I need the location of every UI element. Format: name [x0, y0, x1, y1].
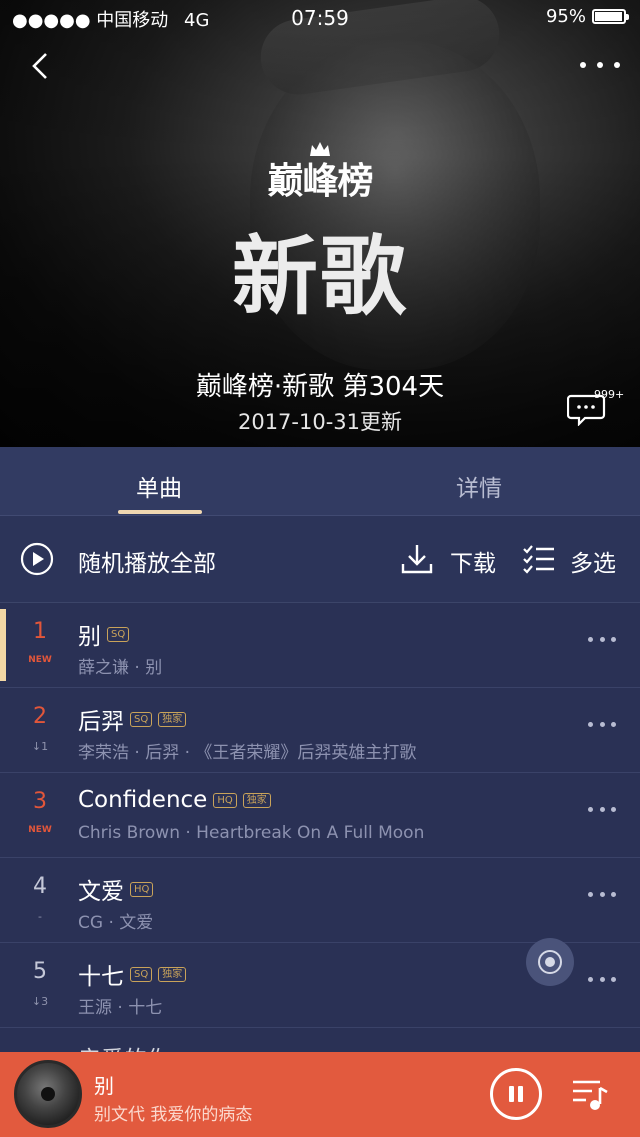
download-icon[interactable]	[400, 542, 434, 576]
multi-select-button[interactable]: 多选	[570, 544, 616, 578]
play-circle-icon[interactable]	[20, 542, 54, 576]
song-title: Confidence	[78, 787, 208, 813]
more-dots-icon	[588, 636, 593, 642]
song-artist-album: CG · 文爱	[78, 913, 154, 933]
song-title-row: 十七 SQ 独家	[78, 957, 187, 991]
album-cover[interactable]	[14, 1060, 82, 1128]
song-more-button[interactable]	[588, 720, 616, 728]
pause-icon	[509, 1086, 514, 1102]
multi-select-icon[interactable]	[522, 542, 556, 576]
song-title: 后羿	[78, 709, 124, 735]
song-artist-album: 李荣浩 · 后羿 · 《王者荣耀》后羿英雄主打歌	[78, 743, 417, 763]
rank-trend: ↓1	[31, 740, 49, 753]
floating-record-button[interactable]	[526, 938, 574, 986]
more-dots-icon	[588, 721, 593, 727]
battery-icon	[592, 9, 629, 24]
exclusive-badge: 独家	[158, 711, 187, 727]
more-dot-icon	[580, 62, 586, 68]
action-bar: 随机播放全部 下载 多选	[0, 516, 640, 603]
active-tab-indicator	[118, 510, 202, 514]
more-options-button[interactable]	[580, 52, 620, 78]
chart-header: ●●●●● 中国移动 4G 07:59 95% 巅峰榜 新歌 巅峰榜·新歌 第3…	[0, 0, 640, 447]
download-button[interactable]: 下载	[450, 544, 496, 578]
exclusive-badge: 独家	[158, 966, 187, 982]
quality-badge: SQ	[130, 711, 153, 727]
tab-details[interactable]: 详情	[456, 469, 502, 503]
song-title-row: 别 SQ	[78, 617, 130, 651]
song-more-button[interactable]	[588, 635, 616, 643]
song-title: 文爱	[78, 879, 124, 905]
song-title-row: 后羿 SQ 独家	[78, 702, 187, 736]
rank-trend: ↓3	[31, 995, 49, 1008]
chart-title: 新歌	[232, 227, 408, 327]
song-row[interactable]: 2 ↓1 后羿 SQ 独家 李荣浩 · 后羿 · 《王者荣耀》后羿英雄主打歌	[0, 688, 640, 773]
song-title: 十七	[78, 964, 124, 990]
battery-status: 95%	[545, 6, 629, 27]
quality-badge: SQ	[107, 626, 130, 642]
song-artist-album: Chris Brown · Heartbreak On A Full Moon	[78, 823, 425, 843]
exclusive-badge: 独家	[242, 792, 271, 808]
song-more-button[interactable]	[588, 805, 616, 813]
now-playing-lyric: 别文代 我爱你的病态	[94, 1105, 253, 1125]
tab-bar: 单曲 详情	[0, 447, 640, 516]
rank-trend: NEW	[28, 825, 52, 835]
chevron-left-icon	[32, 53, 47, 79]
more-dots-icon	[588, 891, 593, 897]
tab-songs[interactable]: 单曲	[136, 469, 182, 503]
pause-button[interactable]	[490, 1068, 542, 1120]
status-bar: ●●●●● 中国移动 4G 07:59 95%	[0, 0, 640, 34]
song-row[interactable]: 1 NEW 别 SQ 薛之谦 · 别	[0, 603, 640, 688]
song-rank: 1	[33, 619, 47, 644]
rank-trend: -	[38, 910, 42, 923]
rank-trend: NEW	[28, 655, 52, 665]
now-playing-indicator	[0, 609, 6, 681]
mini-player[interactable]: 别 别文代 我爱你的病态	[0, 1052, 640, 1137]
song-more-button[interactable]	[588, 890, 616, 898]
update-date: 2017-10-31更新	[237, 410, 403, 434]
song-artist-album: 王源 · 十七	[78, 998, 163, 1018]
chart-logo: 巅峰榜	[267, 160, 373, 202]
song-rank: 2	[33, 704, 47, 729]
song-rank: 5	[33, 959, 47, 984]
song-title: 别	[78, 624, 101, 650]
playlist-icon[interactable]	[570, 1074, 610, 1114]
shuffle-play-all-button[interactable]: 随机播放全部	[78, 544, 216, 578]
song-more-button[interactable]	[588, 975, 616, 983]
song-row[interactable]: 3 NEW Confidence HQ 独家 Chris Brown · Hea…	[0, 773, 640, 858]
back-button[interactable]	[24, 48, 60, 84]
battery-percent: 95%	[545, 6, 586, 27]
song-row[interactable]: 4 - 文爱 HQ CG · 文爱	[0, 858, 640, 943]
clock: 07:59	[291, 6, 349, 30]
quality-badge: HQ	[213, 792, 237, 808]
chart-subtitle: 巅峰榜·新歌 第304天	[195, 372, 445, 402]
song-rank: 3	[33, 789, 47, 814]
song-title-row: 文爱 HQ	[78, 872, 154, 906]
quality-badge: SQ	[130, 966, 153, 982]
more-dots-icon	[588, 806, 593, 812]
more-dots-icon	[588, 976, 593, 982]
comment-count: 999+	[594, 388, 625, 401]
song-artist-album: 薛之谦 · 别	[78, 658, 163, 678]
quality-badge: HQ	[130, 881, 154, 897]
song-title-row: Confidence HQ 独家	[78, 787, 271, 813]
now-playing-title: 别	[94, 1074, 114, 1098]
song-rank: 4	[33, 874, 47, 899]
